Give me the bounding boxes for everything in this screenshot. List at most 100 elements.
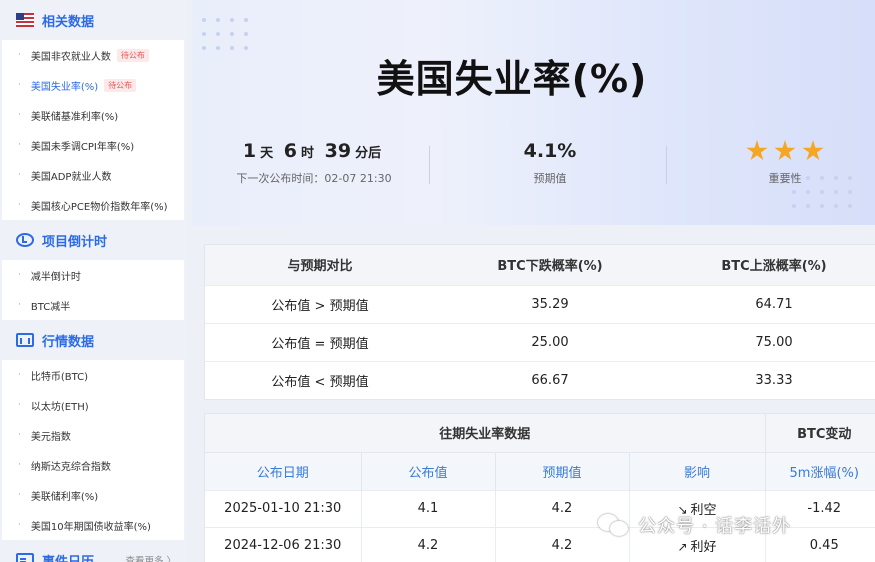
table-header-row: 公布日期 公布值 预期值 影响 5m涨幅(%) — [205, 451, 875, 490]
related-data-list: · 美国非农就业人数 待公布 · 美国失业率(%) 待公布 · 美联储基准利率(… — [2, 40, 184, 220]
actual-cell: 4.2 — [361, 526, 496, 562]
star-icon — [746, 140, 768, 161]
watermark-text: 公众号 · 话李话外 — [638, 516, 792, 537]
us-flag-icon — [16, 13, 34, 27]
sidebar-item-cpi[interactable]: · 美国未季调CPI年率(%) — [2, 130, 184, 160]
sidebar-item-btc-halving[interactable]: · BTC减半 — [2, 290, 184, 320]
main-content: 美国失业率(%) 1天 6时 39 分后 下一次公布时间：02-07 21:30 … — [192, 0, 875, 562]
sidebar-item-nasdaq[interactable]: · 纳斯达克综合指数 — [2, 450, 184, 480]
column-header-date: 公布日期 — [205, 451, 362, 490]
down-probability-cell: 35.29 — [435, 284, 665, 323]
star-icon — [774, 140, 796, 161]
sidebar-item-btc[interactable]: · 比特币(BTC) — [2, 360, 184, 390]
table-row: 公布值 < 预期值 66.67 33.33 — [205, 360, 875, 399]
sidebar-item-label: 美国ADP就业人数 — [30, 171, 112, 183]
down-probability-cell: 66.67 — [435, 360, 665, 399]
sidebar-item-fed-rate[interactable]: · 美联储基准利率(%) — [2, 100, 184, 130]
column-header-impact: 影响 — [629, 451, 766, 490]
sidebar-item-label: BTC减半 — [30, 301, 71, 313]
up-probability-cell: 64.71 — [665, 284, 875, 323]
column-header: 与预期对比 — [205, 245, 435, 285]
forecast-stat: 4.1% 预期值 — [490, 140, 610, 186]
table-header-row: 与预期对比 BTC下跌概率(%) BTC上涨概率(%) — [205, 245, 875, 285]
sidebar-section-related-data[interactable]: 相关数据 — [0, 0, 186, 40]
table-row: 公布值 = 预期值 25.00 75.00 — [205, 322, 875, 361]
section-title: 项目倒计时 — [42, 234, 108, 250]
sidebar-item-us10y[interactable]: · 美国10年期国债收益率(%) — [2, 510, 184, 540]
sidebar-item-dxy[interactable]: · 美元指数 — [2, 420, 184, 450]
importance-stat: 重要性 — [725, 140, 845, 186]
star-icon — [802, 140, 824, 161]
column-header-forecast: 预期值 — [495, 451, 630, 490]
down-probability-cell: 25.00 — [435, 322, 665, 361]
actual-cell: 4.1 — [361, 489, 496, 527]
trend-up-icon: ↗ — [677, 540, 688, 555]
section-title: 相关数据 — [42, 14, 95, 30]
countdown-list: · 减半倒计时 · BTC减半 — [2, 260, 184, 320]
up-probability-cell: 75.00 — [665, 322, 875, 361]
sidebar-item-label: 比特币(BTC) — [30, 371, 89, 383]
clock-icon — [16, 233, 34, 247]
sidebar-item-adp[interactable]: · 美国ADP就业人数 — [2, 160, 184, 190]
sidebar-item-label: 纳斯达克综合指数 — [30, 461, 111, 473]
chart-icon — [16, 333, 34, 347]
sidebar-item-fed-funds[interactable]: · 美联储利率(%) — [2, 480, 184, 510]
sidebar-section-market[interactable]: 行情数据 — [0, 320, 186, 360]
column-header-actual: 公布值 — [361, 451, 496, 490]
sidebar-item-label: 美国未季调CPI年率(%) — [30, 141, 135, 153]
section-title: 事件日历 — [42, 554, 95, 562]
sidebar-item-label: 美国核心PCE物价指数年率(%) — [30, 201, 168, 213]
sidebar-item-label: 美联储基准利率(%) — [30, 111, 119, 123]
calendar-icon — [16, 553, 34, 562]
pending-badge: 待公布 — [116, 48, 149, 62]
expectation-comparison-table: 与预期对比 BTC下跌概率(%) BTC上涨概率(%) 公布值 > 预期值 35… — [204, 244, 875, 400]
column-header: BTC上涨概率(%) — [665, 245, 875, 285]
forecast-label: 预期值 — [533, 172, 567, 185]
condition-cell: 公布值 < 预期值 — [205, 360, 435, 399]
history-group-header: 往期失业率数据 — [205, 414, 766, 452]
sidebar: 相关数据 · 美国非农就业人数 待公布 · 美国失业率(%) 待公布 · 美联储… — [0, 0, 186, 562]
sidebar-section-calendar[interactable]: 事件日历 查看更多 〉 — [0, 540, 186, 562]
date-cell: 2024-12-06 21:30 — [205, 526, 362, 562]
sidebar-section-countdown[interactable]: 项目倒计时 — [0, 220, 186, 260]
impact-label: 利好 — [690, 540, 717, 556]
pending-badge: 待公布 — [104, 78, 137, 92]
forecast-value: 4.1% — [523, 140, 577, 162]
next-release-time: 下一次公布时间：02-07 21:30 — [236, 172, 392, 185]
page-title: 美国失业率(%) — [376, 57, 648, 101]
condition-cell: 公布值 > 预期值 — [205, 284, 435, 323]
table-row: 公布值 > 预期值 35.29 64.71 — [205, 284, 875, 323]
column-header: BTC下跌概率(%) — [435, 245, 665, 285]
sidebar-item-pce[interactable]: · 美国核心PCE物价指数年率(%) — [2, 190, 184, 220]
sidebar-item-label: 美国10年期国债收益率(%) — [30, 521, 151, 533]
sidebar-item-unemployment[interactable]: · 美国失业率(%) 待公布 — [2, 70, 184, 100]
sidebar-item-nonfarm[interactable]: · 美国非农就业人数 待公布 — [2, 40, 184, 70]
sidebar-item-eth[interactable]: · 以太坊(ETH) — [2, 390, 184, 420]
condition-cell: 公布值 = 预期值 — [205, 322, 435, 361]
date-cell: 2025-01-10 21:30 — [205, 489, 362, 527]
market-list: · 比特币(BTC) · 以太坊(ETH) · 美元指数 · 纳斯达克综合指数 … — [2, 360, 184, 540]
decorative-dots — [202, 18, 248, 50]
sidebar-item-label: 美联储利率(%) — [30, 491, 99, 503]
btc-change-header: BTC变动 — [765, 414, 875, 452]
divider — [429, 146, 430, 184]
section-title: 行情数据 — [42, 334, 95, 350]
importance-label: 重要性 — [768, 172, 802, 185]
indicator-header: 美国失业率(%) 1天 6时 39 分后 下一次公布时间：02-07 21:30 … — [192, 0, 875, 225]
sidebar-item-label: 美国非农就业人数 — [30, 51, 111, 63]
divider — [666, 146, 667, 184]
countdown-stat: 1天 6时 39 分后 下一次公布时间：02-07 21:30 — [224, 140, 404, 186]
sidebar-item-label: 减半倒计时 — [30, 271, 81, 283]
table-group-header-row: 往期失业率数据 BTC变动 — [205, 414, 875, 452]
wechat-icon — [598, 512, 632, 538]
countdown-timer: 1天 6时 39 分后 — [242, 140, 382, 162]
sidebar-item-label: 以太坊(ETH) — [30, 401, 89, 413]
sidebar-item-label: 美元指数 — [30, 431, 71, 443]
importance-stars — [725, 140, 845, 164]
sidebar-item-halving-countdown[interactable]: · 减半倒计时 — [2, 260, 184, 290]
history-data-table: 往期失业率数据 BTC变动 公布日期 公布值 预期值 影响 5m涨幅(%) 20… — [204, 413, 875, 562]
up-probability-cell: 33.33 — [665, 360, 875, 399]
view-more-link[interactable]: 查看更多 〉 — [125, 553, 176, 562]
watermark: 公众号 · 话李话外 — [598, 512, 791, 538]
column-header-5m-change: 5m涨幅(%) — [765, 451, 875, 490]
